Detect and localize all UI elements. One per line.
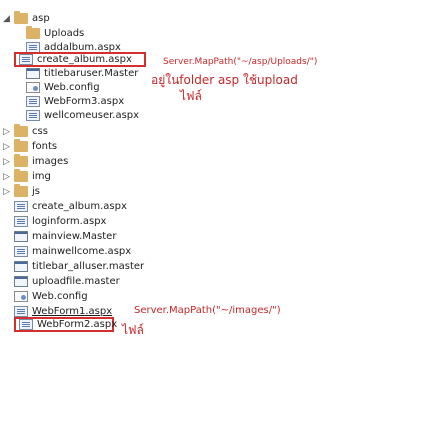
- master-file-icon: [14, 231, 28, 242]
- tree-item-label: mainview.Master: [32, 231, 117, 242]
- tree-item-css[interactable]: css: [14, 124, 48, 139]
- aspx-file-icon: [14, 201, 28, 212]
- expanded-arrow-icon[interactable]: ◢: [2, 11, 11, 26]
- tree-item-label: fonts: [32, 141, 58, 152]
- tree-item-label: wellcomeuser.aspx: [44, 110, 140, 121]
- master-file-icon: [26, 68, 40, 79]
- collapsed-arrow-icon[interactable]: ▷: [2, 154, 11, 169]
- folder-icon: [14, 124, 28, 137]
- tree-item-label: Web.config: [32, 291, 88, 302]
- aspx-file-icon: [14, 246, 28, 257]
- tree-item-label: WebForm2.aspx: [37, 319, 118, 330]
- tree-item-create-album[interactable]: create_album.aspx: [14, 199, 127, 214]
- tree-item-mainview[interactable]: mainview.Master: [14, 229, 116, 244]
- tree-item-label: titlebaruser.Master: [44, 68, 139, 79]
- tree-item-webconfig-root[interactable]: Web.config: [14, 289, 88, 304]
- tree-item-titlebar-alluser[interactable]: titlebar_alluser.master: [14, 259, 144, 274]
- folder-icon: [26, 26, 40, 39]
- aspx-file-icon: [14, 216, 28, 227]
- aspx-file-icon: [14, 306, 28, 317]
- tree-item-webform2-selected[interactable]: WebForm2.aspx: [14, 317, 118, 332]
- images-file-note: ไฟล์: [122, 323, 144, 337]
- tree-item-loginform[interactable]: loginform.aspx: [14, 214, 106, 229]
- tree-item-label: mainwellcome.aspx: [32, 246, 132, 257]
- aspx-file-icon: [26, 96, 40, 107]
- tree-item-label: WebForm3.aspx: [44, 96, 125, 107]
- master-file-icon: [14, 261, 28, 272]
- clipped-top-row: ...: [0, 0, 447, 6]
- tree-item-titlebaruser[interactable]: titlebaruser.Master: [26, 66, 138, 81]
- upload-folder-note: อยู่ในfolder asp ใช้upload: [151, 73, 298, 87]
- tree-item-mainwellcome[interactable]: mainwellcome.aspx: [14, 244, 131, 259]
- master-file-icon: [14, 276, 28, 287]
- tree-item-label: Web.config: [44, 82, 100, 93]
- folder-icon: [14, 154, 28, 167]
- tree-item-label: asp: [32, 13, 50, 24]
- aspx-file-icon: [19, 319, 33, 330]
- aspx-file-icon: [19, 54, 33, 65]
- folder-icon: [14, 184, 28, 197]
- tree-item-label: create_album.aspx: [32, 201, 127, 212]
- config-file-icon: [14, 291, 28, 302]
- tree-item-webform3[interactable]: WebForm3.aspx: [26, 94, 124, 109]
- tree-item-label: css: [32, 126, 48, 137]
- collapsed-arrow-icon[interactable]: ▷: [2, 169, 11, 184]
- tree-item-uploadfile[interactable]: uploadfile.master: [14, 274, 120, 289]
- tree-item-label: uploadfile.master: [32, 276, 120, 287]
- folder-icon: [14, 169, 28, 182]
- tree-item-images[interactable]: images: [14, 154, 68, 169]
- tree-item-label: create_album.aspx: [37, 54, 132, 65]
- tree-item-create-album-selected[interactable]: create_album.aspx: [14, 52, 146, 67]
- tree-item-js[interactable]: js: [14, 184, 40, 199]
- tree-item-label: WebForm1.aspx: [32, 306, 113, 317]
- mappath-images-annotation: Server.MapPath("~/images/"): [134, 305, 281, 316]
- tree-item-uploads[interactable]: Uploads: [26, 26, 84, 41]
- tree-item-wellcomeuser[interactable]: wellcomeuser.aspx: [26, 108, 139, 123]
- tree-item-asp[interactable]: asp: [14, 11, 50, 26]
- tree-item-label: titlebar_alluser.master: [32, 261, 145, 272]
- folder-icon: [14, 11, 28, 24]
- file-note: ไฟล์: [180, 89, 202, 103]
- tree-item-fonts[interactable]: fonts: [14, 139, 57, 154]
- tree-item-label: loginform.aspx: [32, 216, 107, 227]
- tree-item-label: img: [32, 171, 51, 182]
- collapsed-arrow-icon[interactable]: ▷: [2, 124, 11, 139]
- collapsed-arrow-icon[interactable]: ▷: [2, 139, 11, 154]
- config-file-icon: [26, 82, 40, 93]
- aspx-file-icon: [26, 110, 40, 121]
- collapsed-arrow-icon[interactable]: ▷: [2, 184, 11, 199]
- tree-item-label: js: [32, 186, 40, 197]
- tree-item-label: Uploads: [44, 28, 85, 39]
- mappath-uploads-annotation: Server.MapPath("~/asp/Uploads/"): [163, 57, 318, 67]
- tree-item-webconfig[interactable]: Web.config: [26, 80, 100, 95]
- tree-item-label: images: [32, 156, 69, 167]
- tree-item-img[interactable]: img: [14, 169, 51, 184]
- folder-icon: [14, 139, 28, 152]
